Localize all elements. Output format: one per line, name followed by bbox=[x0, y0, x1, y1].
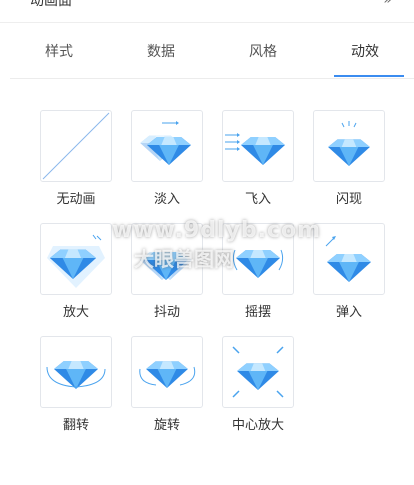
no-animation-icon bbox=[40, 110, 112, 182]
effect-label: 淡入 bbox=[153, 192, 180, 207]
effect-no-animation[interactable]: 无动画 bbox=[40, 110, 112, 210]
fade-in-icon bbox=[131, 110, 203, 182]
rotate-icon bbox=[131, 336, 203, 408]
effects-grid: 无动画 淡入 飞入 闪现 放大 抖动 摇摆 弹入 翻转 旋转 中心放大 bbox=[0, 0, 414, 485]
effect-label: 抖动 bbox=[153, 305, 180, 320]
effect-shake[interactable]: 抖动 bbox=[131, 223, 203, 323]
swing-icon bbox=[222, 223, 294, 295]
effect-label: 旋转 bbox=[153, 418, 180, 433]
effect-center-zoom[interactable]: 中心放大 bbox=[222, 336, 294, 436]
effect-label: 中心放大 bbox=[231, 418, 284, 433]
flash-icon bbox=[313, 110, 385, 182]
bounce-in-icon bbox=[313, 223, 385, 295]
effect-flip[interactable]: 翻转 bbox=[40, 336, 112, 436]
center-zoom-icon bbox=[222, 336, 294, 408]
effect-label: 无动画 bbox=[56, 192, 96, 207]
effect-swing[interactable]: 摇摆 bbox=[222, 223, 294, 323]
effect-label: 闪现 bbox=[335, 192, 362, 207]
shake-icon bbox=[131, 223, 203, 295]
effect-flash[interactable]: 闪现 bbox=[313, 110, 385, 210]
effect-label: 弹入 bbox=[335, 305, 362, 320]
zoom-in-icon bbox=[40, 223, 112, 295]
effect-fade-in[interactable]: 淡入 bbox=[131, 110, 203, 210]
effect-fly-in[interactable]: 飞入 bbox=[222, 110, 294, 210]
effect-rotate[interactable]: 旋转 bbox=[131, 336, 203, 436]
effect-bounce-in[interactable]: 弹入 bbox=[313, 223, 385, 323]
effect-label: 翻转 bbox=[62, 418, 89, 433]
flip-icon bbox=[40, 336, 112, 408]
fly-in-icon bbox=[222, 110, 294, 182]
effect-label: 放大 bbox=[62, 305, 89, 320]
effect-zoom-in[interactable]: 放大 bbox=[40, 223, 112, 323]
effect-label: 摇摆 bbox=[244, 305, 271, 320]
effect-label: 飞入 bbox=[244, 192, 271, 207]
